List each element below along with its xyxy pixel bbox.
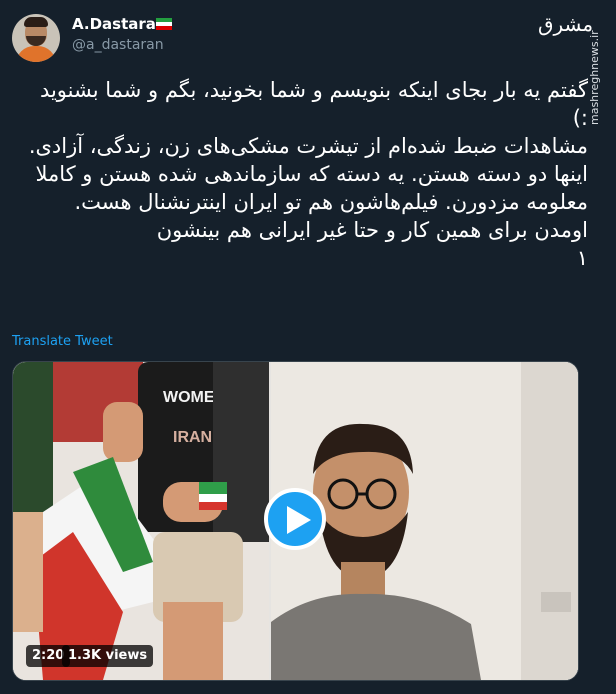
translate-tweet-link[interactable]: Translate Tweet	[12, 334, 113, 349]
watermark-text: mashreghnews.ir	[588, 30, 601, 125]
video-views-badge: 1.3K views	[62, 645, 154, 667]
tweet-paragraph: اومدن برای همین کار و حتا غیر ایرانی هم …	[156, 218, 588, 242]
tweet-paragraph: اینها دو دسته هستن. یه دسته که سازماندهی…	[35, 162, 588, 214]
author-handle[interactable]: @a_dastaran	[72, 37, 164, 53]
tweet-paragraph: گفتم یه بار بجای اینکه بنویسم و شما بخون…	[39, 78, 588, 130]
mashregh-logo: مشرق	[538, 12, 594, 36]
svg-text:IRAN: IRAN	[173, 429, 212, 446]
video-left-scene: WOMEN IRAN	[13, 362, 269, 680]
tweet-text: گفتم یه بار بجای اینکه بنویسم و شما بخون…	[28, 76, 588, 272]
author-avatar[interactable]	[12, 14, 60, 62]
play-icon[interactable]	[264, 488, 326, 550]
iran-flag-icon	[156, 18, 172, 30]
video-left-frame: WOMEN IRAN	[13, 362, 269, 680]
tweet-paragraph: مشاهدات ضبط شده‌ام از تیشرت مشکی‌های زن،…	[28, 134, 588, 158]
tweet-paragraph: ۱	[576, 246, 588, 270]
author-name[interactable]: A.Dastaran	[72, 15, 167, 33]
